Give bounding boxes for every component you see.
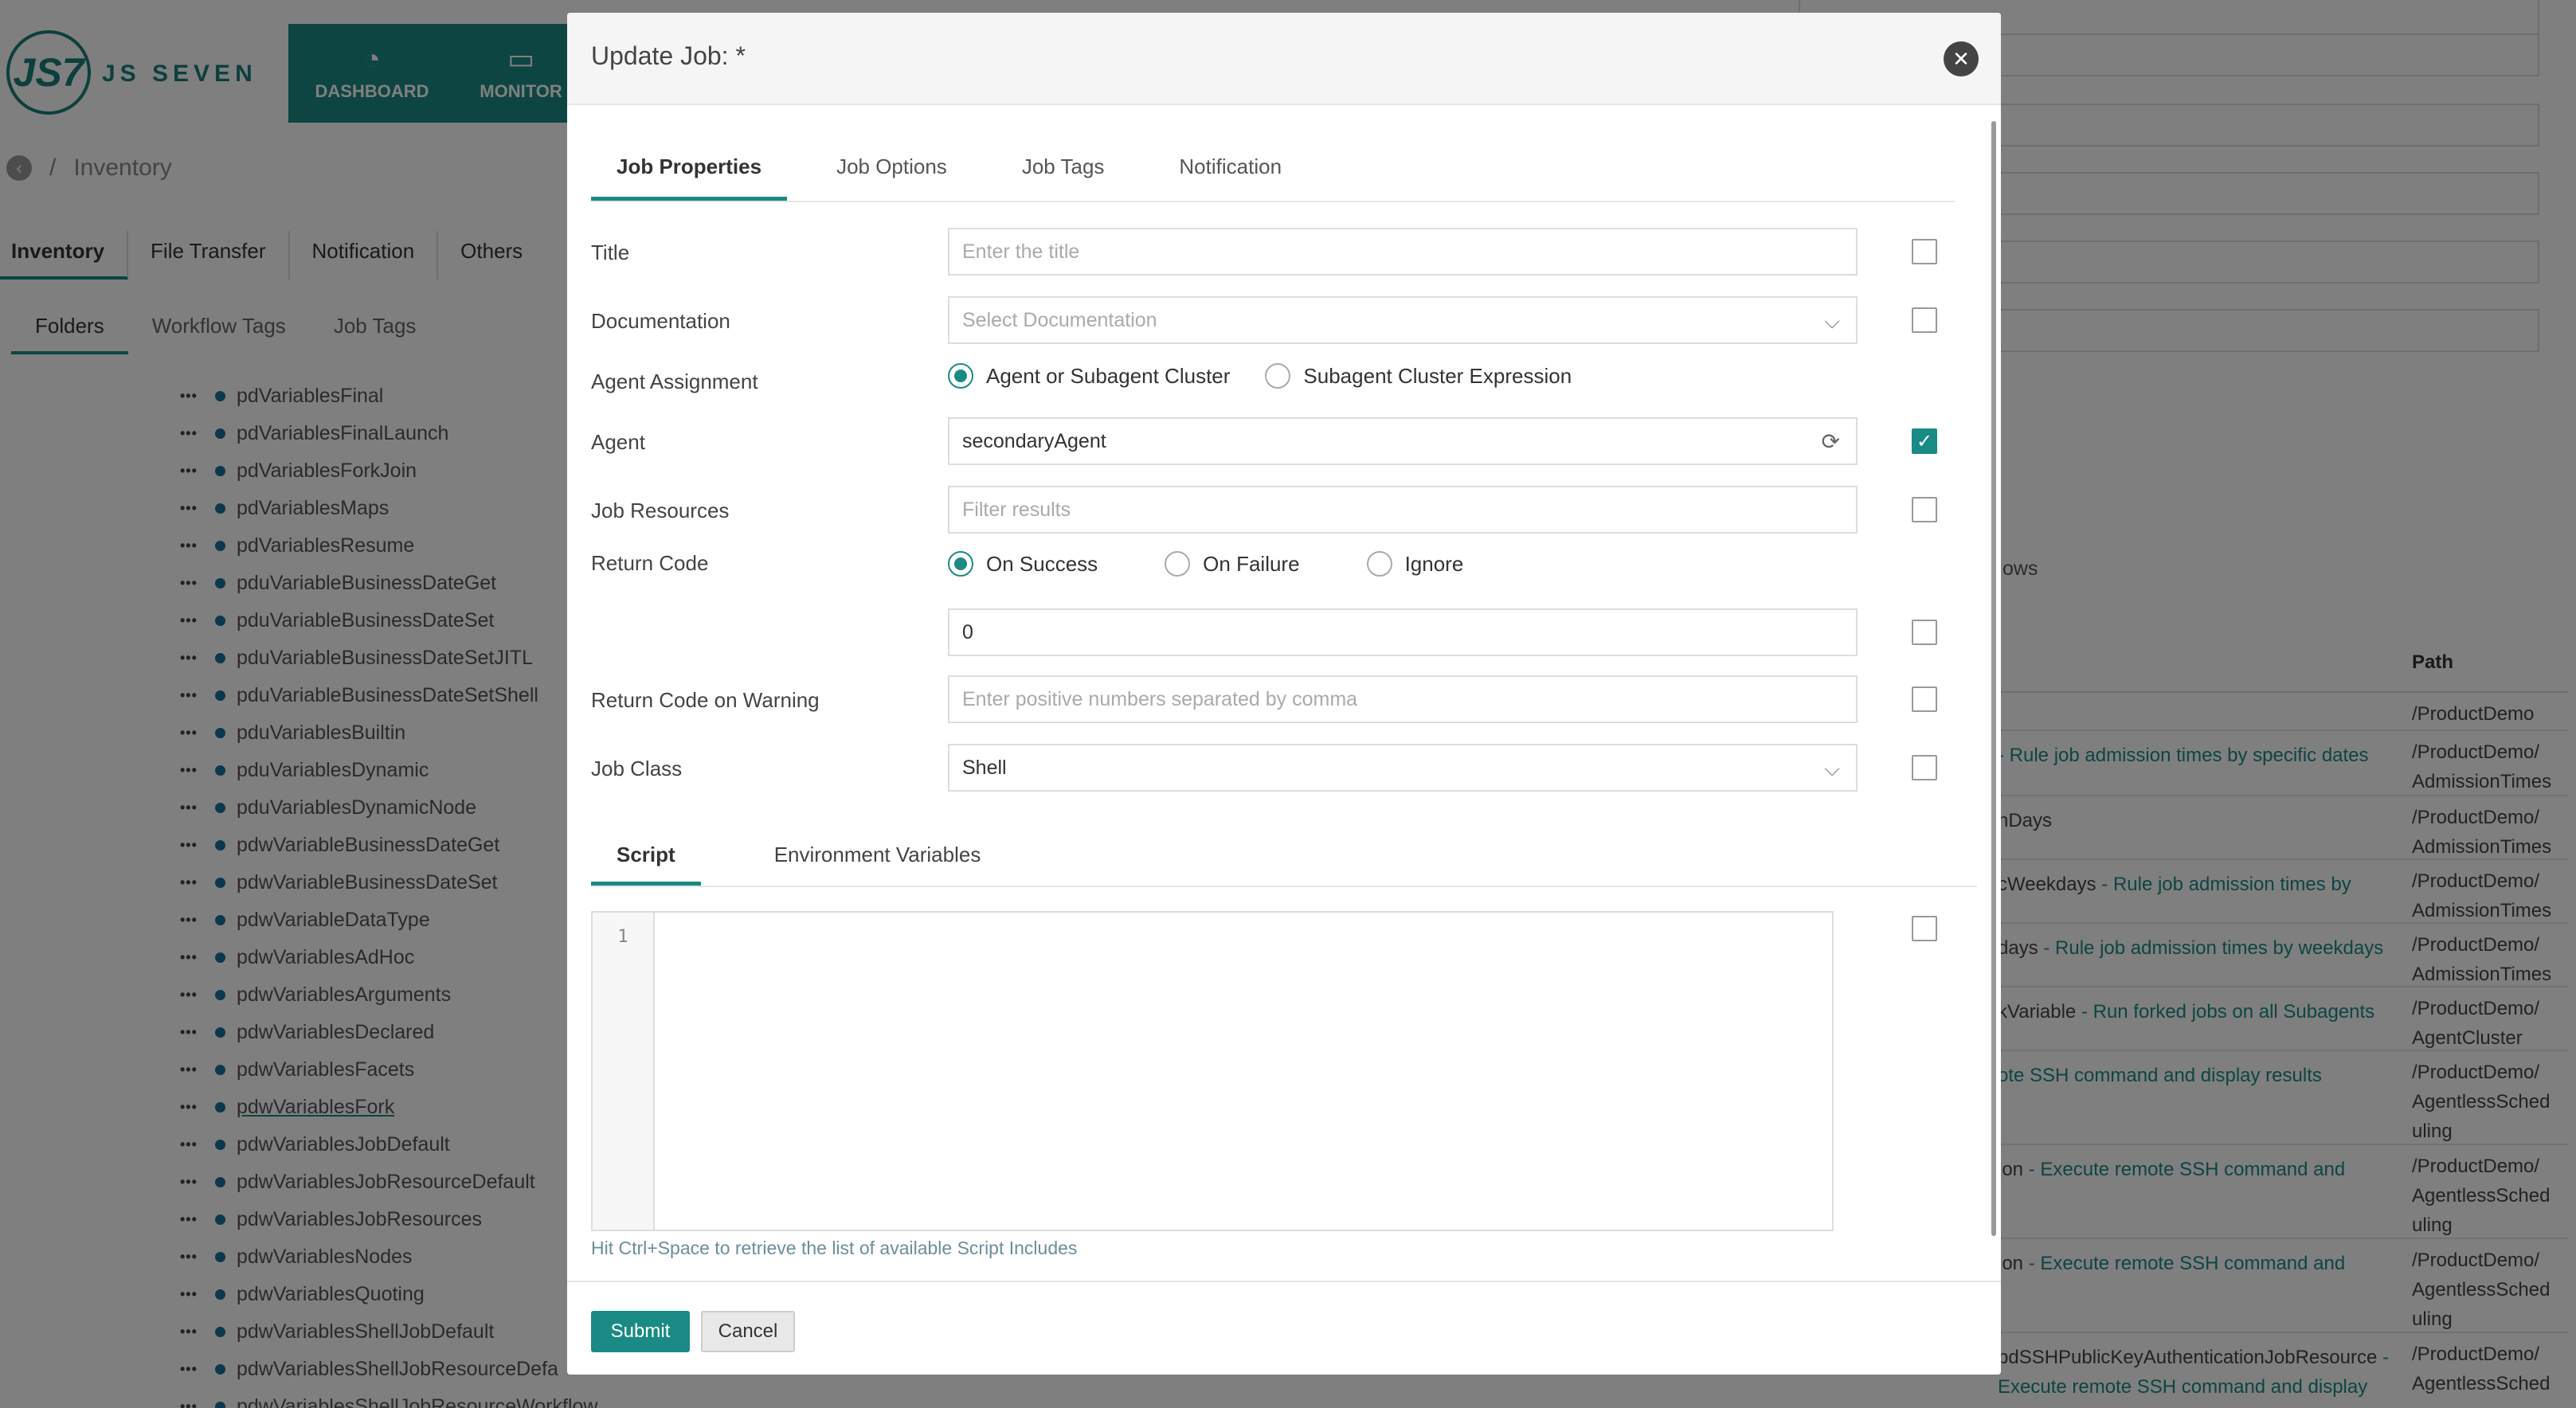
return-code-row: Return Code On Success On Failure Ignore — [591, 551, 1993, 599]
documentation-label: Documentation — [591, 309, 730, 333]
refresh-icon[interactable]: ⟳ — [1822, 428, 1840, 455]
job-resources-label: Job Resources — [591, 499, 730, 522]
cancel-button[interactable]: Cancel — [701, 1311, 795, 1352]
submit-button[interactable]: Submit — [591, 1311, 690, 1352]
tab-script[interactable]: Script — [591, 828, 701, 886]
tab-job-properties[interactable]: Job Properties — [591, 139, 788, 201]
return-code-warning-checkbox[interactable] — [1912, 686, 1937, 712]
return-code-radios: On Success On Failure Ignore — [948, 551, 1463, 577]
return-code-warning-label: Return Code on Warning — [591, 688, 820, 712]
radio-label: Agent or Subagent Cluster — [986, 363, 1231, 388]
return-code-input[interactable]: 0 — [948, 608, 1858, 656]
job-resources-checkbox[interactable] — [1912, 497, 1937, 522]
radio-unselected-icon — [1165, 551, 1191, 577]
job-resources-row: Job Resources Filter results — [591, 486, 1993, 534]
radio-label: Ignore — [1404, 551, 1464, 576]
return-code-warning-input[interactable]: Enter positive numbers separated by comm… — [948, 675, 1858, 723]
line-number: 1 — [593, 913, 655, 1230]
radio-label: On Success — [986, 551, 1098, 576]
script-editor[interactable]: 1 — [591, 911, 1834, 1231]
job-tabs: Job Properties Job Options Job Tags Noti… — [591, 139, 1955, 202]
close-icon[interactable]: ✕ — [1944, 41, 1979, 76]
radio-ignore[interactable]: Ignore — [1366, 551, 1464, 577]
radio-subagent-cluster-expression[interactable]: Subagent Cluster Expression — [1265, 363, 1572, 389]
tab-notification[interactable]: Notification — [1153, 139, 1307, 201]
return-code-warning-row: Return Code on Warning Enter positive nu… — [591, 675, 1993, 723]
job-class-checkbox[interactable] — [1912, 755, 1937, 780]
tab-environment-variables[interactable]: Environment Variables — [749, 828, 1007, 886]
title-input[interactable]: Enter the title — [948, 228, 1858, 276]
agent-row: Agent secondaryAgent ⟳ ✓ — [591, 417, 1993, 465]
dialog-footer: Submit Cancel — [567, 1281, 2001, 1375]
agent-assignment-row: Agent Assignment Agent or Subagent Clust… — [591, 363, 1993, 411]
title-label: Title — [591, 241, 630, 264]
agent-assignment-radios: Agent or Subagent Cluster Subagent Clust… — [948, 363, 1572, 389]
agent-label: Agent — [591, 430, 645, 454]
radio-selected-icon — [948, 363, 973, 389]
documentation-select[interactable]: Select Documentation ⌵ — [948, 296, 1858, 344]
radio-label: Subagent Cluster Expression — [1303, 363, 1572, 388]
radio-unselected-icon — [1265, 363, 1291, 389]
update-job-dialog: Update Job: * ✕ Job Properties Job Optio… — [567, 13, 2001, 1375]
tab-job-tags[interactable]: Job Tags — [996, 139, 1130, 201]
agent-checkbox[interactable]: ✓ — [1912, 428, 1937, 454]
documentation-checkbox[interactable] — [1912, 307, 1937, 333]
job-class-value: Shell — [962, 756, 1007, 779]
radio-on-success[interactable]: On Success — [948, 551, 1098, 577]
script-checkbox[interactable] — [1912, 916, 1937, 941]
documentation-placeholder: Select Documentation — [962, 308, 1157, 331]
chevron-down-icon: ⌵ — [1824, 309, 1840, 333]
tab-job-options[interactable]: Job Options — [811, 139, 973, 201]
return-code-label: Return Code — [591, 551, 709, 575]
agent-assignment-label: Agent Assignment — [591, 370, 758, 393]
dialog-title: Update Job: * — [591, 41, 746, 70]
job-class-row: Job Class Shell ⌵ — [591, 744, 1993, 792]
radio-agent-or-subagent-cluster[interactable]: Agent or Subagent Cluster — [948, 363, 1230, 389]
chevron-down-icon: ⌵ — [1824, 757, 1840, 780]
title-row: Title Enter the title — [591, 228, 1993, 276]
radio-on-failure[interactable]: On Failure — [1165, 551, 1300, 577]
job-resources-input[interactable]: Filter results — [948, 486, 1858, 534]
documentation-row: Documentation Select Documentation ⌵ — [591, 296, 1993, 344]
return-code-checkbox[interactable] — [1912, 620, 1937, 645]
script-hint: Hit Ctrl+Space to retrieve the list of a… — [591, 1238, 1078, 1258]
agent-value: secondaryAgent — [962, 429, 1106, 452]
radio-label: On Failure — [1203, 551, 1300, 576]
script-tabs: Script Environment Variables — [591, 828, 1977, 887]
job-class-select[interactable]: Shell ⌵ — [948, 744, 1858, 792]
radio-selected-icon — [948, 551, 973, 577]
return-code-value-row: 0 — [591, 608, 1993, 656]
dialog-header: Update Job: * ✕ — [567, 13, 2001, 105]
agent-input[interactable]: secondaryAgent ⟳ — [948, 417, 1858, 465]
radio-unselected-icon — [1366, 551, 1392, 577]
title-checkbox[interactable] — [1912, 239, 1937, 264]
job-class-label: Job Class — [591, 757, 683, 780]
